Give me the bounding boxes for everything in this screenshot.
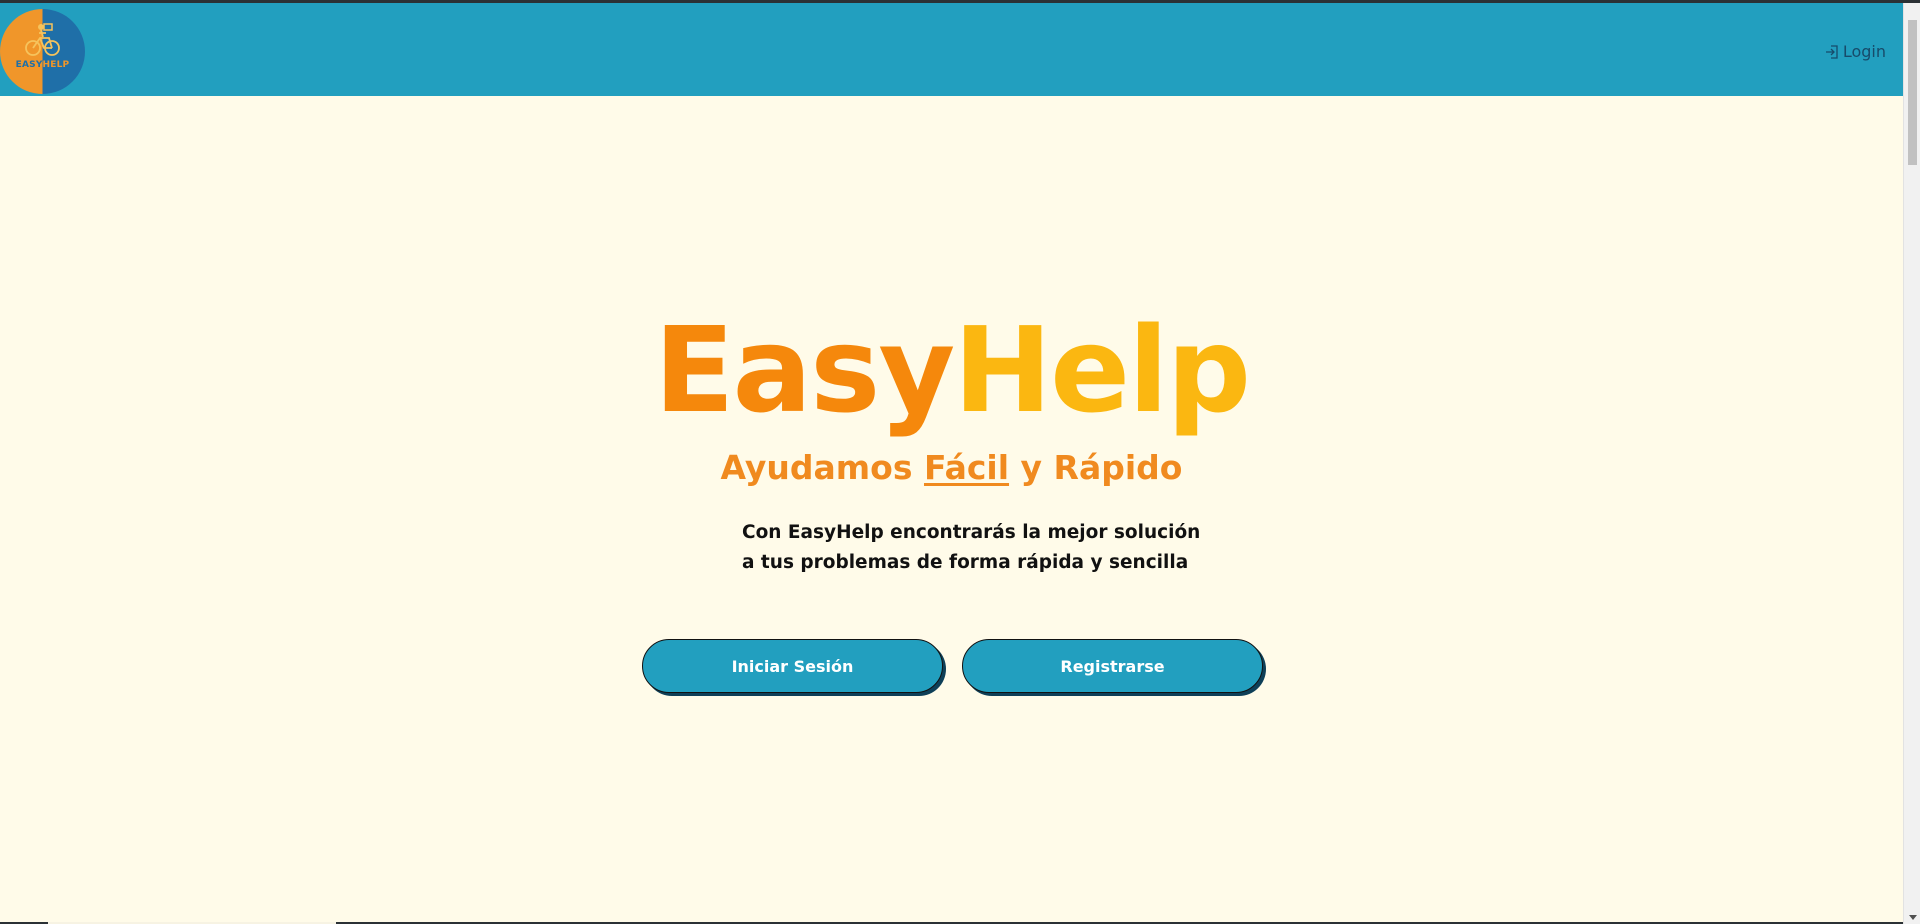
logo-text: EASYHELP: [0, 60, 85, 70]
logo[interactable]: EASYHELP: [0, 9, 85, 94]
hero-title: EasyHelp: [0, 300, 1903, 440]
logo-word-easy: EASY: [15, 60, 43, 70]
login-label: Login: [1842, 42, 1886, 61]
hero-subtitle: Ayudamos Fácil y Rápido: [0, 446, 1903, 490]
bicycle-courier-icon: [25, 23, 60, 56]
hero-description: Con EasyHelp encontrarás la mejor soluci…: [742, 518, 1202, 578]
subtitle-part1: Ayudamos: [720, 448, 924, 487]
description-line-2: a tus problemas de forma rápida y sencil…: [742, 552, 1189, 573]
login-icon: [1825, 44, 1838, 59]
description-line-1: Con EasyHelp encontrarás la mejor soluci…: [742, 522, 1201, 543]
vertical-scrollbar[interactable]: [1903, 3, 1920, 924]
subtitle-underlined-word: Fácil: [923, 448, 1010, 487]
login-link[interactable]: Login: [1825, 42, 1886, 61]
scrollbar-thumb[interactable]: [1908, 20, 1917, 165]
logo-word-help: HELP: [42, 60, 70, 70]
login-button[interactable]: Iniciar Sesión: [642, 639, 943, 693]
subtitle-part2: y Rápido: [1009, 448, 1183, 487]
scroll-down-arrow-icon[interactable]: [1909, 915, 1917, 920]
hero-title-easy: Easy: [653, 301, 955, 439]
hero-title-help: Help: [953, 301, 1251, 439]
navbar: EASYHELP Login: [0, 3, 1903, 96]
register-button[interactable]: Registrarse: [962, 639, 1263, 693]
